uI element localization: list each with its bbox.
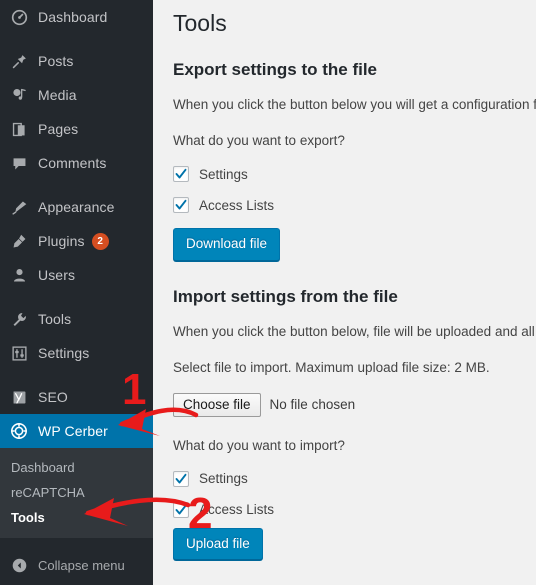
sidebar-item-users[interactable]: Users [0,258,153,292]
export-description: When you click the button below you will… [173,97,536,112]
import-description: When you click the button below, file wi… [173,323,536,339]
annotation-number-2: 2 [188,489,213,538]
brush-icon [9,197,29,217]
collapse-menu-label: Collapse menu [38,557,125,573]
sidebar-item-dashboard[interactable]: Dashboard [0,0,153,34]
plug-icon [9,231,29,251]
sidebar-item-label: Media [38,87,77,103]
sidebar-item-comments[interactable]: Comments [0,146,153,180]
checkbox-checked-icon[interactable] [173,501,189,518]
import-question: What do you want to import? [173,437,345,453]
annotation-number-1: 1 [122,365,147,414]
checkbox-label: Access Lists [199,197,275,213]
wp-cerber-submenu: Dashboard reCAPTCHA Tools [0,448,153,538]
sidebar-item-pages[interactable]: Pages [0,112,153,146]
import-checkbox-settings[interactable]: Settings [173,470,536,487]
checkbox-label: Settings [199,471,248,486]
sidebar-divider [0,180,153,190]
sidebar-item-wp-cerber[interactable]: WP Cerber [0,414,153,448]
sidebar-divider [0,292,153,302]
collapse-menu-button[interactable]: Collapse menu [0,548,153,582]
sidebar-item-posts[interactable]: Posts [0,44,153,78]
sidebar-item-label: WP Cerber [38,423,108,439]
sidebar-item-media[interactable]: Media [0,78,153,112]
submenu-item-recaptcha[interactable]: reCAPTCHA [0,480,153,505]
sidebar-item-label: Appearance [38,199,115,215]
admin-sidebar: Dashboard Posts Media Pages Comments App… [0,0,153,585]
sidebar-item-label: SEO [38,389,68,405]
sidebar-divider [0,34,153,44]
file-input-row[interactable]: Choose file No file chosen [173,392,536,417]
submenu-item-tools[interactable]: Tools [0,505,153,530]
cerber-target-icon [9,421,29,441]
pages-icon [9,119,29,139]
chevron-left-circle-icon [9,555,29,575]
wrench-icon [9,309,29,329]
yoast-seo-icon [9,387,29,407]
sidebar-item-label: Settings [38,345,90,361]
export-question: What do you want to export? [173,133,345,148]
plugins-update-badge: 2 [91,232,109,250]
choose-file-button[interactable]: Choose file [173,392,261,417]
sidebar-item-plugins[interactable]: Plugins 2 [0,224,153,258]
file-status-label: No file chosen [269,397,356,412]
checkbox-checked-icon[interactable] [173,197,189,213]
wordpress-admin-screen: Dashboard Posts Media Pages Comments App… [0,0,536,585]
comment-icon [9,153,29,173]
sidebar-item-appearance[interactable]: Appearance [0,190,153,224]
export-checkbox-settings[interactable]: Settings [173,166,536,182]
checkbox-checked-icon[interactable] [173,166,189,182]
checkbox-label: Settings [199,166,248,182]
submenu-item-dashboard[interactable]: Dashboard [0,455,153,480]
dashboard-icon [9,7,29,27]
sidebar-item-label: Posts [38,53,74,69]
sidebar-item-label: Tools [38,311,72,327]
sidebar-item-label: Users [38,267,76,283]
import-section-heading: Import settings from the file [173,286,398,306]
pin-icon [9,51,29,71]
download-file-button[interactable]: Download file [173,228,281,261]
sidebar-item-label: Pages [38,121,79,137]
sidebar-item-label: Dashboard [38,9,108,25]
sidebar-item-tools[interactable]: Tools [0,302,153,336]
upload-file-button[interactable]: Upload file [173,527,263,560]
media-icon [9,85,29,105]
export-section-heading: Export settings to the file [173,60,378,79]
import-checkbox-access-lists[interactable]: Access Lists [173,501,536,518]
export-checkbox-access-lists[interactable]: Access Lists [173,197,536,213]
sidebar-item-label: Plugins [38,233,85,249]
user-icon [9,265,29,285]
page-title: Tools [173,10,227,36]
sidebar-item-label: Comments [38,155,107,171]
checkbox-checked-icon[interactable] [173,470,189,487]
import-upload-note: Select file to import. Maximum upload fi… [173,359,490,375]
sliders-icon [9,343,29,363]
